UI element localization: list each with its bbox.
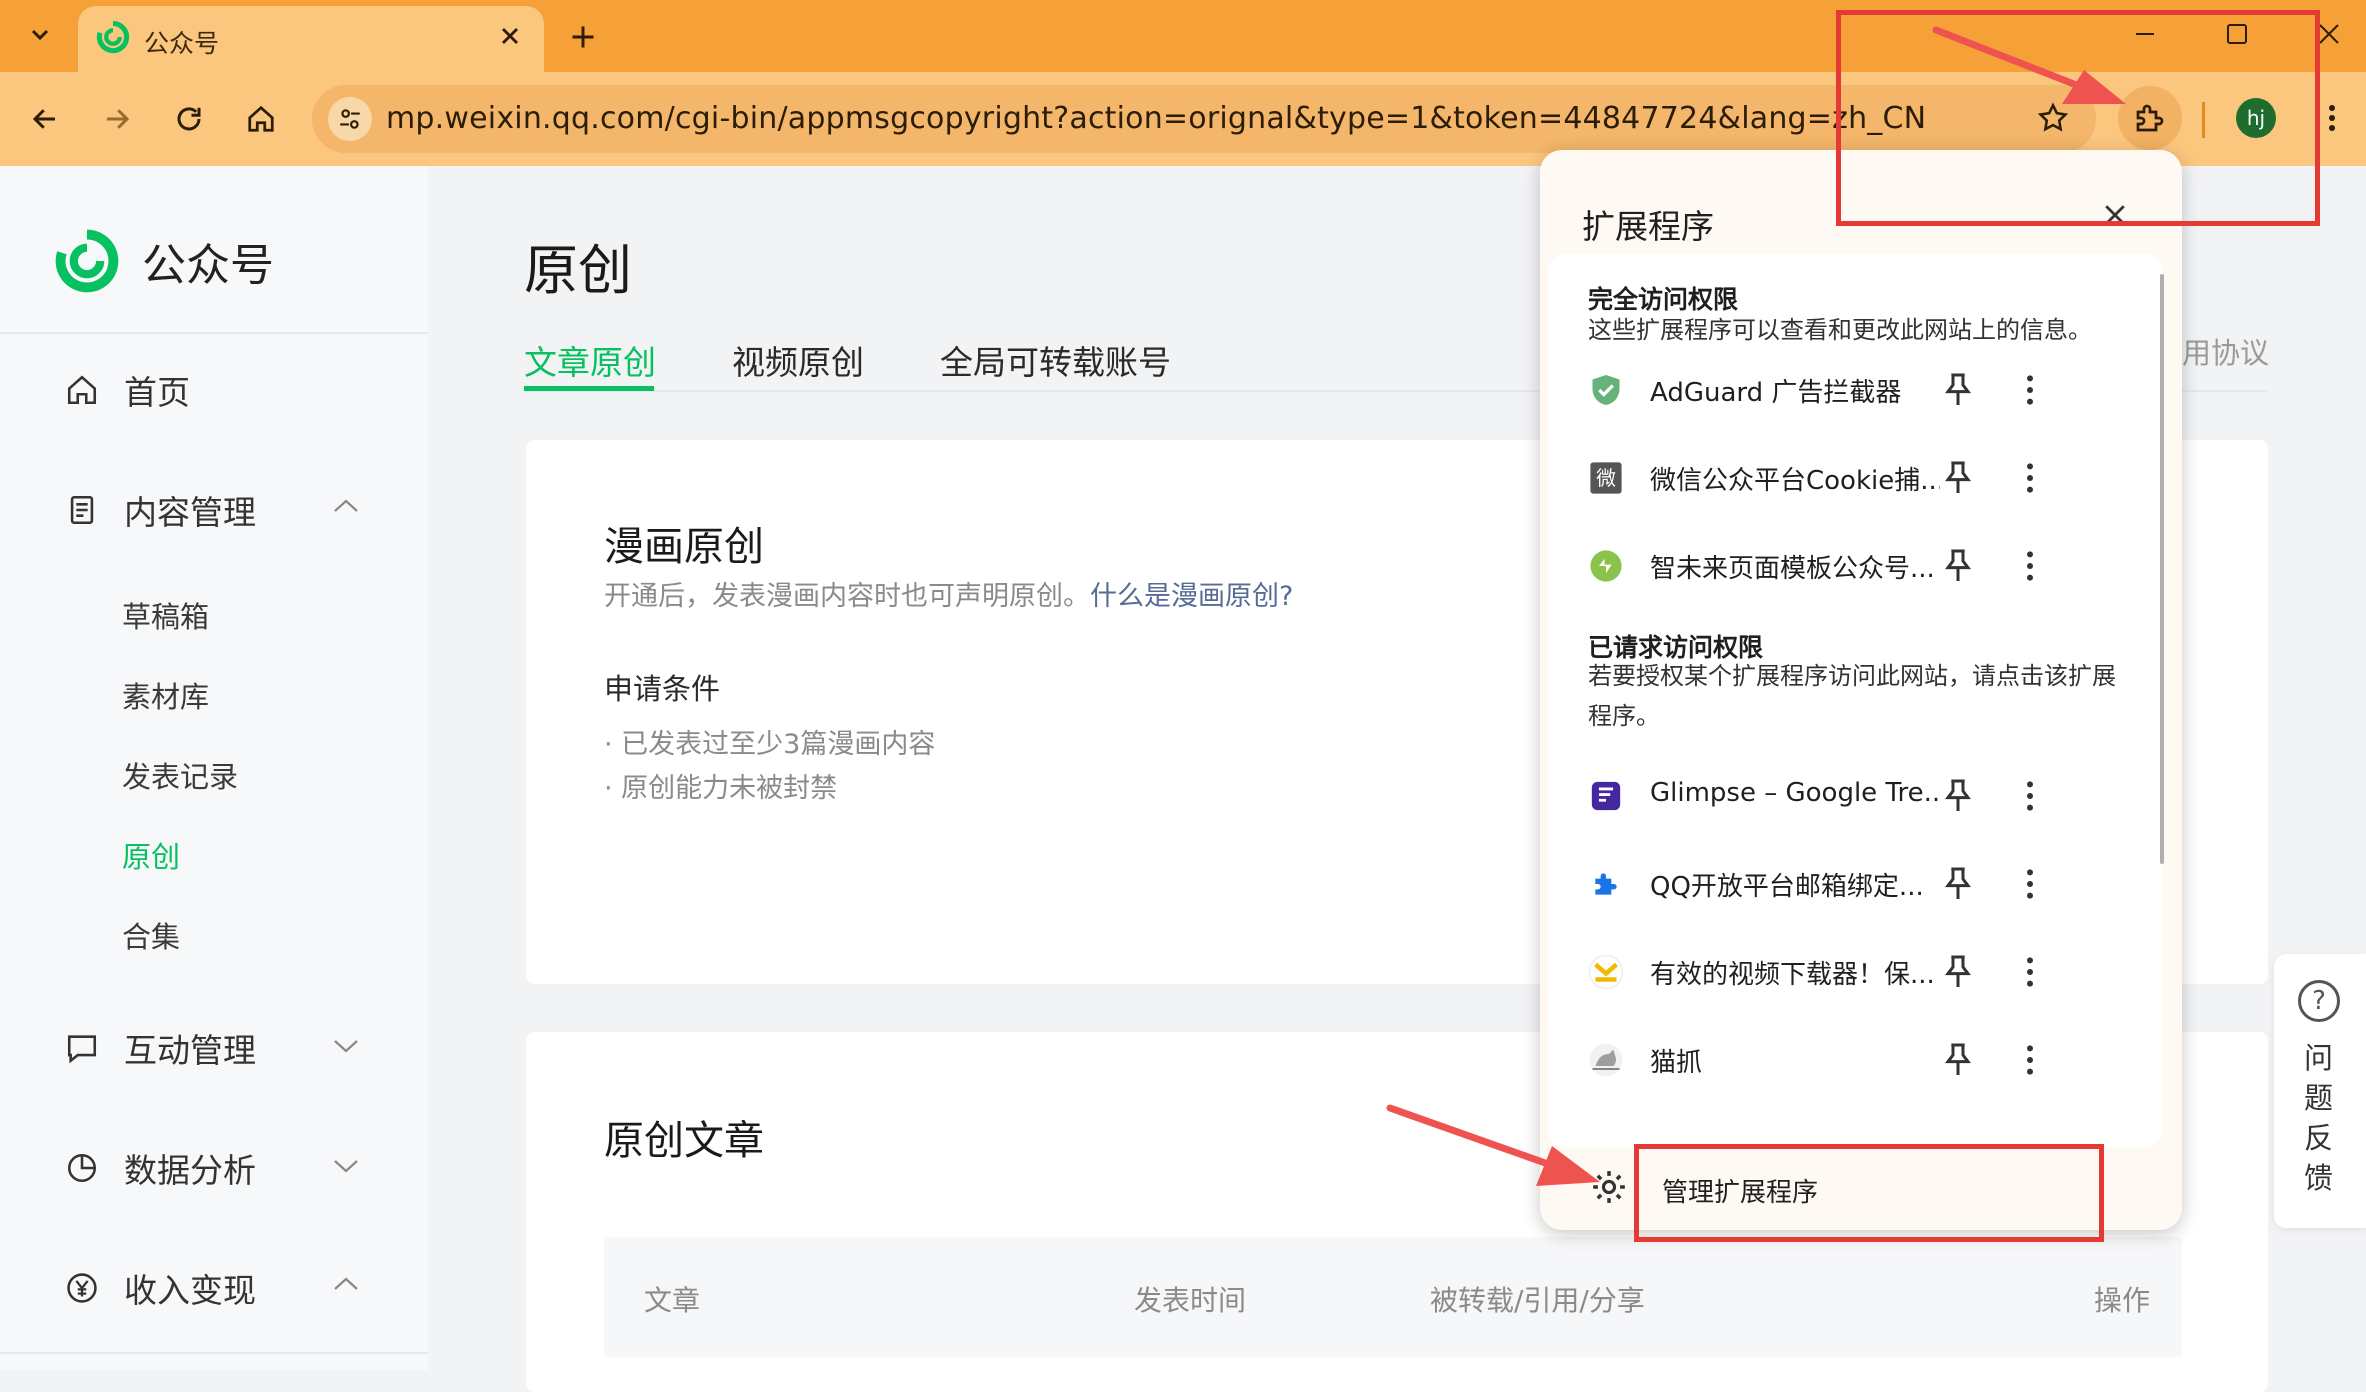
- annotation-arrow: [1932, 26, 2126, 104]
- annotation-arrow: [1386, 1104, 1600, 1186]
- annotation-arrows: [1386, 26, 2126, 1186]
